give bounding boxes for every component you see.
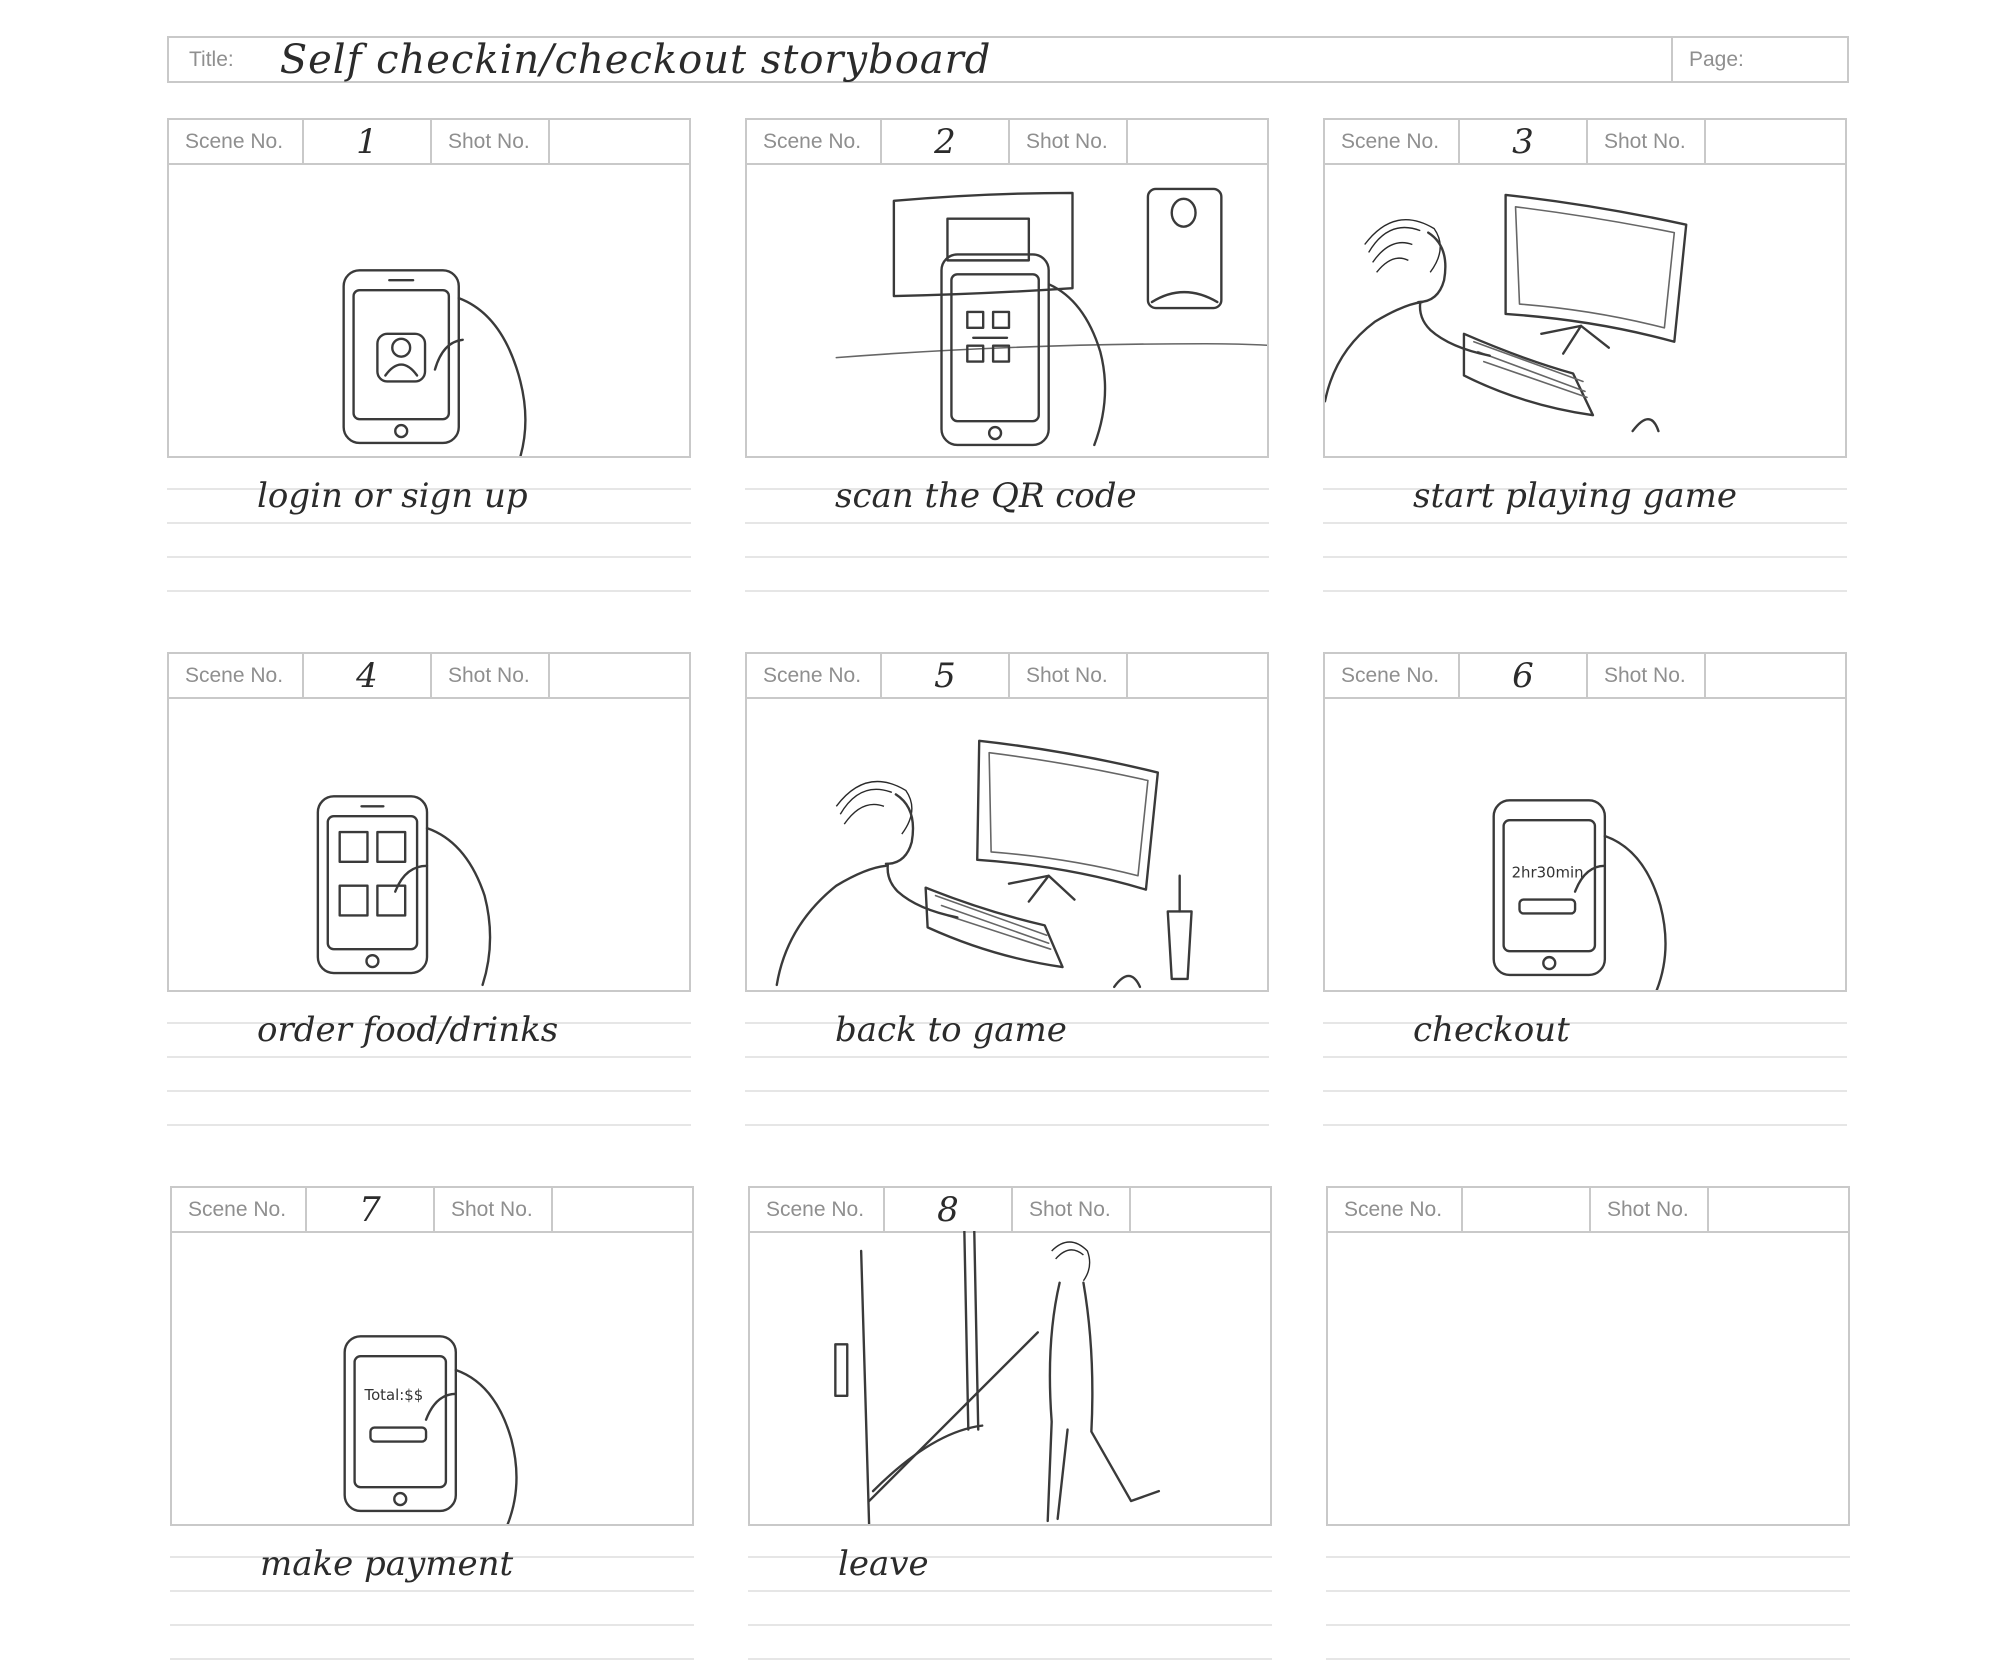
storyboard-panel-3: Scene No. 3 Shot No. start playing game bbox=[1323, 118, 1847, 608]
storyboard-title: Self checkin/checkout storyboard bbox=[279, 36, 992, 83]
scene-caption: back to game bbox=[835, 1010, 1067, 1050]
storyboard-panel-4: Scene No. 4 Shot No. order food/drinks bbox=[167, 652, 691, 1142]
scene-label: Scene No. bbox=[766, 1197, 865, 1221]
sketch-frame bbox=[167, 163, 691, 458]
shot-label: Shot No. bbox=[1029, 1197, 1111, 1221]
scene-number: 6 bbox=[1512, 655, 1534, 696]
panel-header: Scene No. 4 Shot No. bbox=[167, 652, 691, 699]
shot-label: Shot No. bbox=[448, 663, 530, 687]
shot-label: Shot No. bbox=[1604, 129, 1686, 153]
sketch-back-to-game bbox=[775, 739, 1193, 989]
sketch-checkout: 2hr30min bbox=[1492, 799, 1667, 990]
panel-header: Scene No. 7 Shot No. bbox=[170, 1186, 694, 1233]
scene-caption: checkout bbox=[1413, 1010, 1570, 1050]
sketch-frame bbox=[745, 163, 1269, 458]
page-field: Page: bbox=[1673, 38, 1847, 81]
sketch-make-payment: Total:$$ bbox=[343, 1335, 518, 1524]
panel-header: Scene No. 5 Shot No. bbox=[745, 652, 1269, 699]
sketch-frame bbox=[1323, 163, 1847, 458]
scene-label: Scene No. bbox=[185, 129, 284, 153]
storyboard-panel-9: Scene No. Shot No. bbox=[1326, 1186, 1850, 1666]
storyboard-panel-7: Scene No. 7 Shot No. Total:$$ make payme… bbox=[170, 1186, 694, 1666]
scene-caption: login or sign up bbox=[257, 476, 528, 516]
page-label: Page: bbox=[1689, 47, 1744, 71]
scene-label: Scene No. bbox=[763, 663, 862, 687]
shot-label: Shot No. bbox=[1026, 129, 1108, 153]
scene-number: 2 bbox=[934, 121, 956, 162]
shot-label: Shot No. bbox=[448, 129, 530, 153]
scene-caption: order food/drinks bbox=[257, 1010, 559, 1050]
scene-caption: start playing game bbox=[1413, 476, 1737, 516]
sketch-scan-qr bbox=[835, 187, 1267, 447]
storyboard-panel-2: Scene No. 2 Shot No. scan the QR code bbox=[745, 118, 1269, 608]
panel-header: Scene No. Shot No. bbox=[1326, 1186, 1850, 1233]
sketch-playing-game bbox=[1325, 193, 1688, 433]
title-field: Title: Self checkin/checkout storyboard bbox=[169, 36, 1673, 83]
scene-label: Scene No. bbox=[1344, 1197, 1443, 1221]
title-bar: Title: Self checkin/checkout storyboard … bbox=[167, 36, 1849, 83]
scene-number: 3 bbox=[1512, 121, 1534, 162]
storyboard-panel-1: Scene No. 1 Shot No. login or sign up bbox=[167, 118, 691, 608]
scene-label: Scene No. bbox=[763, 129, 862, 153]
sketch-frame-empty bbox=[1326, 1231, 1850, 1526]
scene-label: Scene No. bbox=[1341, 129, 1440, 153]
storyboard-panel-8: Scene No. 8 Shot No. leave bbox=[748, 1186, 1272, 1666]
scene-label: Scene No. bbox=[1341, 663, 1440, 687]
scene-label: Scene No. bbox=[188, 1197, 287, 1221]
shot-label: Shot No. bbox=[1026, 663, 1108, 687]
sketch-frame bbox=[167, 697, 691, 992]
panel-header: Scene No. 1 Shot No. bbox=[167, 118, 691, 165]
shot-label: Shot No. bbox=[1607, 1197, 1689, 1221]
scene-caption: scan the QR code bbox=[835, 476, 1137, 516]
sketch-phone-login bbox=[342, 269, 527, 456]
scene-caption: make payment bbox=[260, 1544, 514, 1584]
panel-header: Scene No. 2 Shot No. bbox=[745, 118, 1269, 165]
storyboard-panel-5: Scene No. 5 Shot No. back to game bbox=[745, 652, 1269, 1142]
scene-label: Scene No. bbox=[185, 663, 284, 687]
storyboard-panel-6: Scene No. 6 Shot No. 2hr30min checkout bbox=[1323, 652, 1847, 1142]
panel-header: Scene No. 3 Shot No. bbox=[1323, 118, 1847, 165]
panel-header: Scene No. 6 Shot No. bbox=[1323, 652, 1847, 699]
scene-number: 8 bbox=[937, 1189, 959, 1230]
scene-number: 7 bbox=[359, 1189, 381, 1230]
panel-header: Scene No. 8 Shot No. bbox=[748, 1186, 1272, 1233]
sketch-frame: 2hr30min bbox=[1323, 697, 1847, 992]
sketch-leave bbox=[834, 1231, 1161, 1524]
scene-caption: leave bbox=[838, 1544, 929, 1584]
sketch-frame bbox=[748, 1231, 1272, 1526]
title-label: Title: bbox=[189, 47, 234, 71]
shot-label: Shot No. bbox=[451, 1197, 533, 1221]
scene-number: 4 bbox=[356, 655, 378, 696]
screen-time-text: 2hr30min bbox=[1512, 864, 1584, 882]
sketch-frame bbox=[745, 697, 1269, 992]
sketch-frame: Total:$$ bbox=[170, 1231, 694, 1526]
shot-label: Shot No. bbox=[1604, 663, 1686, 687]
sketch-order-food bbox=[316, 795, 492, 987]
scene-number: 5 bbox=[934, 655, 956, 696]
scene-number: 1 bbox=[356, 121, 378, 162]
screen-total-text: Total:$$ bbox=[364, 1386, 424, 1404]
